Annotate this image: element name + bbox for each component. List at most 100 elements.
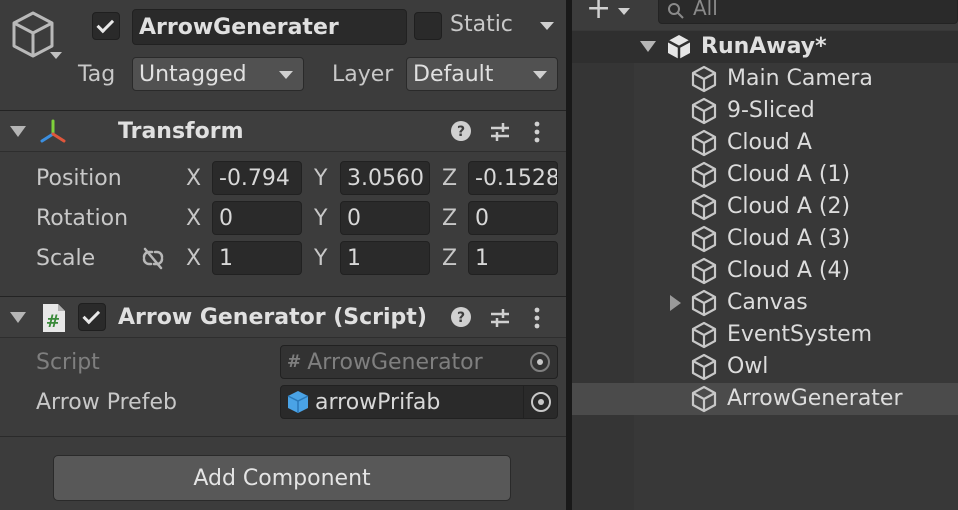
hierarchy-item[interactable]: Cloud A (1) <box>572 159 958 191</box>
hierarchy-item[interactable]: Cloud A (2) <box>572 191 958 223</box>
position-y-label: Y <box>314 166 328 191</box>
fold-arrow-icon[interactable] <box>10 126 26 137</box>
hierarchy-panel: + All RunAway* Main Camera 9-Sliced Cloud … <box>572 0 958 510</box>
scale-label: Scale <box>36 246 96 271</box>
rotation-y-field[interactable]: 0 <box>340 201 430 235</box>
position-y-field[interactable]: 3.0560 <box>340 161 430 195</box>
transform-header[interactable]: Transform ? <box>0 110 566 152</box>
arrow-prefab-field[interactable]: arrowPrifab <box>280 385 558 419</box>
checkmark-icon <box>82 306 101 324</box>
hierarchy-item[interactable]: Owl <box>572 351 958 383</box>
static-dropdown-icon[interactable] <box>540 22 554 30</box>
gameobject-cube-icon <box>690 65 718 99</box>
icon-dropdown-arrow-icon[interactable] <box>50 52 62 59</box>
search-icon <box>667 1 687 26</box>
hierarchy-item-label: Cloud A (3) <box>727 226 851 251</box>
hierarchy-item-label: EventSystem <box>727 322 873 347</box>
gameobject-cube-icon <box>690 353 718 387</box>
script-field: # ArrowGenerator <box>280 345 558 379</box>
kebab-menu-icon[interactable] <box>532 306 542 336</box>
hierarchy-item-label: ArrowGenerater <box>727 386 903 411</box>
script-hash-icon: # <box>41 303 67 339</box>
gameobject-cube-icon <box>690 321 718 355</box>
chevron-down-icon <box>279 71 293 79</box>
scale-y-field[interactable]: 1 <box>340 241 430 275</box>
object-picker-icon[interactable] <box>523 386 557 418</box>
prefab-cube-icon <box>287 390 309 414</box>
layer-dropdown[interactable]: Default <box>406 57 558 91</box>
active-checkbox[interactable] <box>92 12 120 40</box>
hierarchy-item-label: Canvas <box>727 290 808 315</box>
hierarchy-item[interactable]: Cloud A (3) <box>572 223 958 255</box>
hierarchy-item[interactable]: EventSystem <box>572 319 958 351</box>
tag-value: Untagged <box>139 61 247 87</box>
hierarchy-item[interactable]: Cloud A (4) <box>572 255 958 287</box>
position-label: Position <box>36 166 122 191</box>
fold-arrow-icon[interactable] <box>640 41 656 52</box>
scale-x-field[interactable]: 1 <box>212 241 302 275</box>
script-label: Script <box>36 350 100 375</box>
scene-row[interactable]: RunAway* <box>572 31 958 63</box>
svg-text:?: ? <box>457 124 465 140</box>
rotation-label: Rotation <box>36 206 129 231</box>
preset-sliders-icon[interactable] <box>488 306 512 336</box>
gameobject-cube-icon <box>690 193 718 227</box>
add-component-button[interactable]: Add Component <box>53 455 511 501</box>
tag-dropdown[interactable]: Untagged <box>132 57 304 91</box>
script-value: ArrowGenerator <box>307 349 483 375</box>
object-name-field[interactable]: ArrowGenerater <box>132 9 407 45</box>
transform-title: Transform <box>118 119 244 144</box>
help-icon[interactable]: ? <box>450 120 472 148</box>
position-z-field[interactable]: -0.1528 <box>468 161 558 195</box>
arrow-prefab-label: Arrow Prefeb <box>36 390 177 415</box>
hierarchy-item[interactable]: Cloud A <box>572 127 958 159</box>
plus-icon[interactable]: + <box>586 0 611 24</box>
static-checkbox[interactable] <box>414 12 442 40</box>
hierarchy-item-label: Cloud A (2) <box>727 194 851 219</box>
inspector-panel: ArrowGenerater Static Tag Untagged Layer… <box>0 0 566 510</box>
hierarchy-item[interactable]: 9-Sliced <box>572 95 958 127</box>
hierarchy-item-label: Owl <box>727 354 769 379</box>
gameobject-cube-icon <box>690 129 718 163</box>
preset-sliders-icon[interactable] <box>488 120 512 150</box>
search-placeholder: All <box>693 0 718 20</box>
scale-z-field[interactable]: 1 <box>468 241 558 275</box>
help-icon[interactable]: ? <box>450 306 472 334</box>
fold-arrow-icon[interactable] <box>10 312 26 323</box>
hierarchy-item[interactable]: ArrowGenerater <box>572 383 958 415</box>
hierarchy-item[interactable]: Canvas <box>572 287 958 319</box>
script-enabled-checkbox[interactable] <box>78 303 106 331</box>
transform-axis-icon <box>38 117 68 153</box>
unlink-icon[interactable] <box>140 247 166 277</box>
script-component-header[interactable]: # Arrow Generator (Script) ? <box>0 296 566 338</box>
scale-z-label: Z <box>442 246 458 271</box>
position-x-field[interactable]: -0.794 <box>212 161 302 195</box>
scale-x-label: X <box>186 246 202 271</box>
rotation-x-field[interactable]: 0 <box>212 201 302 235</box>
kebab-menu-icon[interactable] <box>532 120 542 150</box>
arrow-prefab-value: arrowPrifab <box>315 389 441 415</box>
rotation-z-field[interactable]: 0 <box>468 201 558 235</box>
expand-arrow-icon[interactable] <box>670 295 681 311</box>
rotation-z-label: Z <box>442 206 458 231</box>
search-input[interactable]: All <box>658 0 958 24</box>
gameobject-cube-icon <box>690 225 718 259</box>
gameobject-cube-icon <box>690 289 718 323</box>
gameobject-cube-icon <box>690 161 718 195</box>
hierarchy-item[interactable]: Main Camera <box>572 63 958 95</box>
hierarchy-toolbar: + All <box>572 0 958 30</box>
position-x-label: X <box>186 166 202 191</box>
static-label: Static <box>450 12 513 37</box>
gameobject-cube-icon <box>690 257 718 291</box>
layer-label: Layer <box>332 62 394 87</box>
scale-y-label: Y <box>314 246 328 271</box>
rotation-x-label: X <box>186 206 202 231</box>
checkmark-icon <box>96 15 115 33</box>
hierarchy-item-label: 9-Sliced <box>727 98 815 123</box>
position-z-label: Z <box>442 166 458 191</box>
chevron-down-icon[interactable] <box>618 8 630 15</box>
script-component-title: Arrow Generator (Script) <box>118 305 427 330</box>
tag-label: Tag <box>78 62 116 87</box>
svg-text:#: # <box>46 312 60 332</box>
separator <box>0 436 566 437</box>
